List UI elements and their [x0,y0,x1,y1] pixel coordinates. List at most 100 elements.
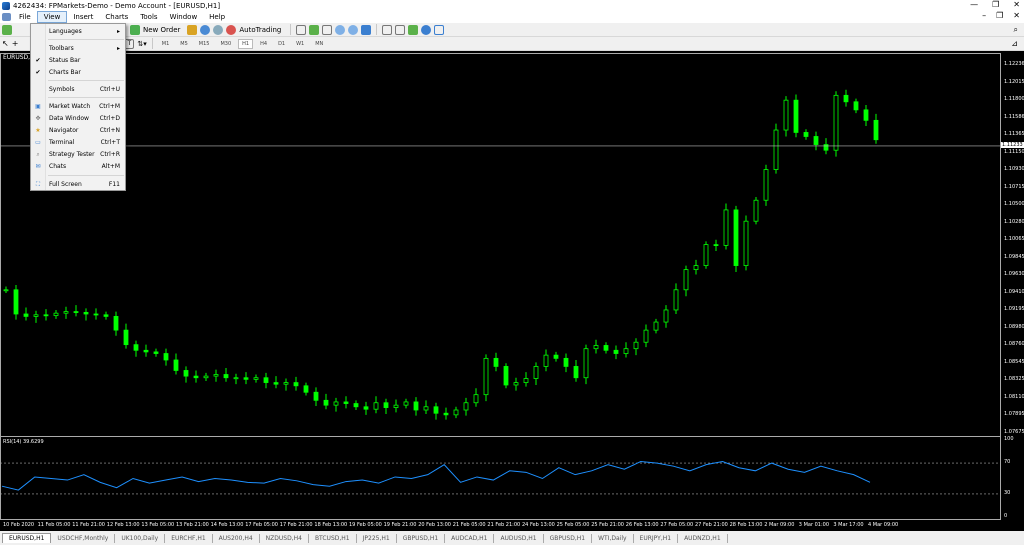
bar-chart-icon[interactable] [296,24,307,35]
chart-tab[interactable]: EURCHF,H1 [165,533,213,543]
crosshair-icon[interactable]: + [12,39,19,48]
minimize-button[interactable]: — [970,0,978,9]
line-chart-icon[interactable] [322,24,333,35]
child-minimize-button[interactable]: – [982,11,986,20]
menu-item-shortcut: F11 [108,181,120,188]
timeframe-m30[interactable]: M30 [216,39,235,49]
candle-body [733,209,739,266]
menu-item-strategy-tester[interactable]: ⌕ Strategy Tester Ctrl+R [31,149,125,160]
candle-body [3,289,9,292]
timeframe-h4[interactable]: H4 [256,39,271,49]
autotrading-button[interactable]: AutoTrading [239,26,281,34]
y-tick-label: 1.07895 [1004,411,1024,418]
menu-help[interactable]: Help [203,11,231,23]
candle-body [533,366,539,379]
timeframe-d1[interactable]: D1 [274,39,289,49]
close-button[interactable]: ✕ [1013,0,1020,9]
y-tick-label: 1.09195 [1004,306,1024,313]
menu-item-symbols[interactable]: Symbols Ctrl+U [31,84,125,95]
zoom-out-icon[interactable] [348,24,359,35]
candle-body [263,377,269,383]
timeframe-h1[interactable]: H1 [238,38,254,49]
menu-item-chats[interactable]: ✉ Chats Alt+M [31,161,125,172]
candle-body [843,94,849,103]
candle-body [173,359,179,371]
menu-item-market-watch[interactable]: ▣ Market Watch Ctrl+M [31,101,125,112]
chart-tab[interactable]: WTI,Daily [592,533,634,543]
chart-window[interactable]: EURUSD,H1 RSI(14) 39.6299 1.11233 1.1223… [0,51,1024,531]
timeframe-m5[interactable]: M5 [176,39,192,49]
y-tick-label: 1.08325 [1004,376,1024,383]
chart-tab[interactable]: USDCHF,Monthly [51,533,116,543]
search-icon[interactable]: ⌕ [1014,25,1018,35]
candle-body [23,313,29,317]
tile-windows-icon[interactable] [361,24,372,35]
candle-body [783,99,789,131]
chart-tab[interactable]: AUDUSD,H1 [494,533,544,543]
chart-tab[interactable]: AUDNZD,H1 [678,533,728,543]
zoom-in-icon[interactable] [335,24,346,35]
candle-body [763,169,769,201]
child-restore-button[interactable]: ❐ [996,11,1003,20]
new-order-button[interactable]: New Order [143,26,180,34]
menu-item-label: Symbols [49,86,75,93]
account-icon[interactable] [200,24,211,35]
metaeditor-icon[interactable] [187,24,198,35]
maximize-button[interactable]: ❐ [992,0,999,9]
chart-shift-icon[interactable] [382,24,393,35]
chart-tab[interactable]: EURUSD,H1 [2,533,52,543]
cursor-icon[interactable]: ↖ [2,39,9,48]
candle-body [773,129,779,170]
new-chart-icon[interactable] [2,24,12,35]
chart-tab[interactable]: AUS200,H4 [213,533,260,543]
rsi-line [1,461,871,491]
chart-tab[interactable]: NZDUSD,H4 [260,533,309,543]
chart-tab[interactable]: JP225,H1 [357,533,397,543]
timeframe-m15[interactable]: M15 [195,39,214,49]
menu-item-status-bar[interactable]: ✔ Status Bar [31,55,125,66]
timeframe-m1[interactable]: M1 [158,39,174,49]
signals-icon[interactable] [213,24,224,35]
menu-charts[interactable]: Charts [99,11,134,23]
candle-body [793,99,799,133]
candle-body [193,375,199,379]
menu-item-full-screen[interactable]: ⛶ Full Screen F11 [31,179,125,190]
menu-insert[interactable]: Insert [67,11,99,23]
menu-window[interactable]: Window [164,11,204,23]
strategy-tester-icon: ⌕ [36,150,40,158]
menu-item-navigator[interactable]: ★ Navigator Ctrl+N [31,125,125,136]
candle-body [383,402,389,408]
indicators-icon[interactable] [408,24,419,35]
menu-item-terminal[interactable]: ▭ Terminal Ctrl+T [31,137,125,148]
chart-tab[interactable]: EURJPY,H1 [634,533,679,543]
periods-icon[interactable] [421,24,432,35]
x-tick-label: 19 Feb 05:00 [349,522,382,528]
timeframe-mn[interactable]: MN [311,39,327,49]
templates-icon[interactable] [434,24,445,35]
y-tick-label: 1.08980 [1004,323,1024,330]
arrows-tool-icon[interactable]: ⇅▾ [137,40,146,48]
autoscroll-icon[interactable] [395,24,406,35]
chart-tab[interactable]: BTCUSD,H1 [309,533,357,543]
menu-item-charts-bar[interactable]: ✔ Charts Bar [31,67,125,78]
menu-tools[interactable]: Tools [134,11,163,23]
menu-item-languages[interactable]: Languages ▸ [31,26,125,37]
timeframe-w1[interactable]: W1 [292,39,308,49]
menu-file[interactable]: File [13,11,37,23]
menu-view[interactable]: View [36,11,68,23]
chart-tab[interactable]: GBPUSD,H1 [397,533,446,543]
menu-item-toolbars[interactable]: Toolbars ▸ [31,43,125,54]
app-logo-icon [2,1,10,10]
y-tick-label: 1.07675 [1004,429,1024,435]
rsi-tick-label: 30 [1004,489,1011,496]
menu-item-shortcut: Ctrl+M [99,103,120,110]
chart-tab[interactable]: AUDCAD,H1 [445,533,495,543]
new-order-icon [130,24,140,35]
child-close-button[interactable]: ✕ [1013,11,1020,20]
chart-tab[interactable]: UK100,Daily [115,533,166,543]
menu-item-shortcut: Alt+M [101,163,120,170]
candlestick-icon[interactable] [309,24,320,35]
pin-icon[interactable]: ⊿ [1011,39,1018,48]
menu-item-data-window[interactable]: ✥ Data Window Ctrl+D [31,113,125,124]
chart-tab[interactable]: GBPUSD,H1 [544,533,593,543]
